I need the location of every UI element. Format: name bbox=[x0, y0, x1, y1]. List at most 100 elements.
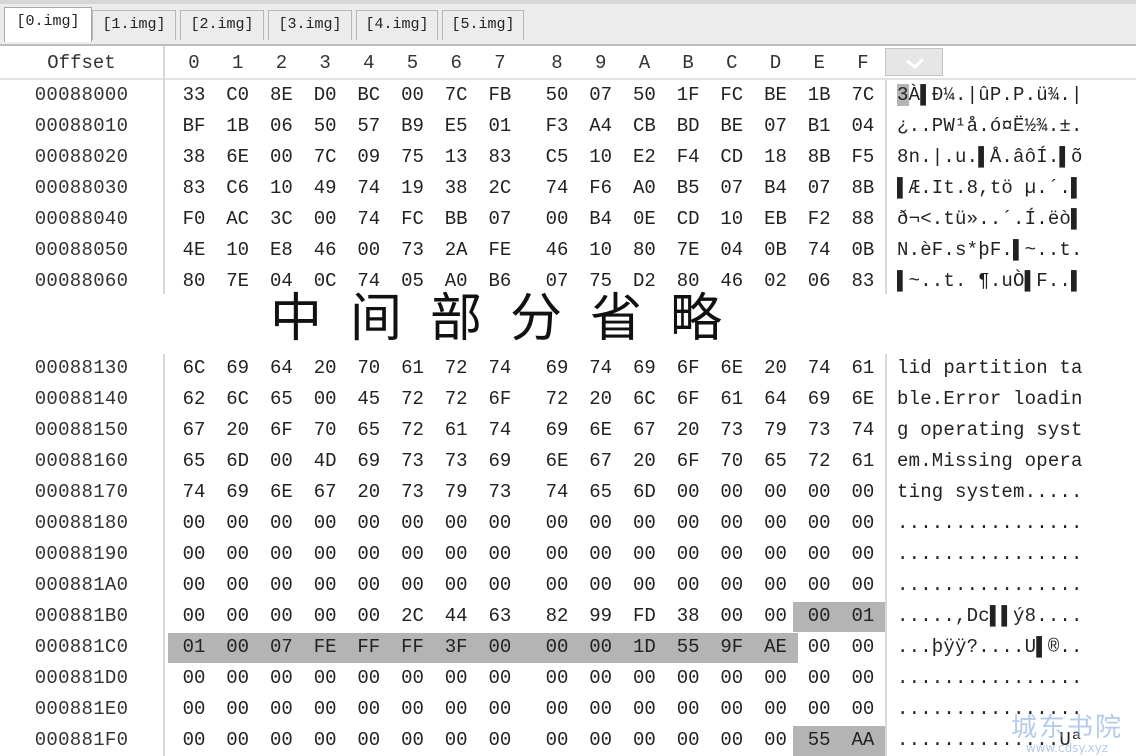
hex-byte-cell[interactable]: 00 bbox=[305, 725, 345, 756]
ascii-text[interactable]: ................ bbox=[897, 570, 1132, 601]
hex-byte-cell[interactable]: 00 bbox=[537, 725, 577, 756]
hex-byte-cell[interactable]: 00 bbox=[756, 694, 796, 725]
hex-byte-cell[interactable]: 50 bbox=[624, 80, 664, 111]
hex-byte-cell[interactable]: 00 bbox=[668, 694, 708, 725]
hex-byte-cell[interactable]: 00 bbox=[261, 142, 301, 173]
hex-byte-cell[interactable]: 2A bbox=[436, 235, 476, 266]
hex-byte-cell[interactable]: 00 bbox=[436, 663, 476, 694]
hex-byte-cell[interactable]: 73 bbox=[393, 477, 433, 508]
hex-byte-cell[interactable]: 00 bbox=[393, 663, 433, 694]
hex-byte-cell[interactable]: 61 bbox=[843, 353, 883, 384]
hex-byte-cell[interactable]: 00 bbox=[668, 725, 708, 756]
hex-byte-cell[interactable]: F6 bbox=[581, 173, 621, 204]
hex-byte-cell[interactable]: 04 bbox=[712, 235, 752, 266]
hex-byte-cell[interactable]: 00 bbox=[174, 725, 214, 756]
hex-byte-cell[interactable]: 8B bbox=[799, 142, 839, 173]
hex-byte-cell[interactable]: 00 bbox=[843, 570, 883, 601]
hex-byte-cell[interactable]: 65 bbox=[756, 446, 796, 477]
hex-byte-cell[interactable]: 00 bbox=[799, 663, 839, 694]
hex-byte-cell[interactable]: 0E bbox=[624, 204, 664, 235]
hex-byte-cell[interactable]: 01 bbox=[174, 632, 214, 663]
hex-byte-cell[interactable]: 9F bbox=[712, 632, 752, 663]
hex-byte-cell[interactable]: 00 bbox=[537, 204, 577, 235]
hex-byte-cell[interactable]: 74 bbox=[349, 204, 389, 235]
hex-byte-cell[interactable]: 80 bbox=[174, 266, 214, 297]
hex-byte-cell[interactable]: 00 bbox=[305, 694, 345, 725]
hex-byte-cell[interactable]: 00 bbox=[393, 80, 433, 111]
hex-byte-cell[interactable]: 69 bbox=[349, 446, 389, 477]
hex-byte-cell[interactable]: 00 bbox=[393, 570, 433, 601]
hex-byte-cell[interactable]: 1B bbox=[799, 80, 839, 111]
hex-byte-cell[interactable]: 6E bbox=[218, 142, 258, 173]
hex-byte-cell[interactable]: 00 bbox=[305, 570, 345, 601]
hex-byte-cell[interactable]: 1D bbox=[624, 632, 664, 663]
hex-byte-cell[interactable]: 83 bbox=[174, 173, 214, 204]
hex-byte-cell[interactable]: 00 bbox=[756, 539, 796, 570]
hex-byte-cell[interactable]: 00 bbox=[843, 663, 883, 694]
hex-byte-cell[interactable]: 6F bbox=[261, 415, 301, 446]
ascii-options-dropdown[interactable] bbox=[885, 48, 943, 76]
hex-byte-cell[interactable]: 65 bbox=[174, 446, 214, 477]
hex-byte-cell[interactable]: 00 bbox=[261, 570, 301, 601]
hex-byte-cell[interactable]: 6C bbox=[174, 353, 214, 384]
hex-byte-cell[interactable]: 13 bbox=[436, 142, 476, 173]
hex-byte-cell[interactable]: 00 bbox=[756, 508, 796, 539]
hex-byte-cell[interactable]: 74 bbox=[537, 477, 577, 508]
hex-byte-cell[interactable]: 00 bbox=[174, 694, 214, 725]
hex-byte-cell[interactable]: 00 bbox=[581, 694, 621, 725]
hex-byte-cell[interactable]: F0 bbox=[174, 204, 214, 235]
hex-byte-cell[interactable]: 55 bbox=[668, 632, 708, 663]
ascii-text[interactable]: lid partition ta bbox=[897, 353, 1132, 384]
hex-byte-cell[interactable]: 00 bbox=[799, 601, 839, 632]
hex-byte-cell[interactable]: 20 bbox=[668, 415, 708, 446]
hex-byte-cell[interactable]: 00 bbox=[537, 694, 577, 725]
hex-byte-cell[interactable]: 7C bbox=[305, 142, 345, 173]
hex-byte-cell[interactable]: 69 bbox=[480, 446, 520, 477]
hex-byte-cell[interactable]: 00 bbox=[799, 694, 839, 725]
hex-byte-cell[interactable]: EB bbox=[756, 204, 796, 235]
hex-byte-cell[interactable]: BD bbox=[668, 111, 708, 142]
hex-byte-cell[interactable]: 00 bbox=[305, 539, 345, 570]
hex-byte-cell[interactable]: 73 bbox=[436, 446, 476, 477]
hex-byte-cell[interactable]: B4 bbox=[581, 204, 621, 235]
hex-byte-cell[interactable]: 45 bbox=[349, 384, 389, 415]
ascii-text[interactable]: ting system..... bbox=[897, 477, 1132, 508]
hex-byte-cell[interactable]: FF bbox=[349, 632, 389, 663]
hex-byte-cell[interactable]: D0 bbox=[305, 80, 345, 111]
ascii-text[interactable]: ................ bbox=[897, 694, 1132, 725]
ascii-text[interactable]: ...þÿÿ?....U▌®.. bbox=[897, 632, 1132, 663]
hex-byte-cell[interactable]: 00 bbox=[349, 601, 389, 632]
hex-byte-cell[interactable]: 67 bbox=[305, 477, 345, 508]
hex-byte-cell[interactable]: 10 bbox=[581, 142, 621, 173]
hex-byte-cell[interactable]: 00 bbox=[756, 477, 796, 508]
hex-byte-cell[interactable]: 00 bbox=[349, 235, 389, 266]
hex-byte-cell[interactable]: 6F bbox=[668, 446, 708, 477]
hex-byte-cell[interactable]: 72 bbox=[393, 415, 433, 446]
hex-byte-cell[interactable]: 20 bbox=[756, 353, 796, 384]
hex-byte-cell[interactable]: 00 bbox=[480, 508, 520, 539]
hex-byte-cell[interactable]: 7C bbox=[436, 80, 476, 111]
hex-byte-cell[interactable]: 00 bbox=[799, 477, 839, 508]
hex-byte-cell[interactable]: 00 bbox=[537, 663, 577, 694]
hex-byte-cell[interactable]: 69 bbox=[537, 353, 577, 384]
hex-byte-cell[interactable]: A0 bbox=[624, 173, 664, 204]
hex-byte-cell[interactable]: 00 bbox=[305, 384, 345, 415]
hex-byte-cell[interactable]: FE bbox=[480, 235, 520, 266]
hex-byte-cell[interactable]: 00 bbox=[261, 663, 301, 694]
hex-byte-cell[interactable]: 38 bbox=[174, 142, 214, 173]
hex-byte-cell[interactable]: 10 bbox=[581, 235, 621, 266]
hex-byte-cell[interactable]: 00 bbox=[843, 632, 883, 663]
hex-byte-cell[interactable]: 44 bbox=[436, 601, 476, 632]
hex-byte-cell[interactable]: 00 bbox=[436, 570, 476, 601]
hex-byte-cell[interactable]: 8E bbox=[261, 80, 301, 111]
hex-byte-cell[interactable]: 00 bbox=[480, 570, 520, 601]
hex-byte-cell[interactable]: 00 bbox=[668, 508, 708, 539]
hex-byte-cell[interactable]: 00 bbox=[581, 632, 621, 663]
hex-byte-cell[interactable]: 00 bbox=[349, 663, 389, 694]
hex-byte-cell[interactable]: 00 bbox=[261, 694, 301, 725]
hex-byte-cell[interactable]: 00 bbox=[218, 694, 258, 725]
hex-byte-cell[interactable]: AA bbox=[843, 725, 883, 756]
hex-byte-cell[interactable]: 6C bbox=[218, 384, 258, 415]
hex-byte-cell[interactable]: 67 bbox=[624, 415, 664, 446]
hex-byte-cell[interactable]: 73 bbox=[480, 477, 520, 508]
